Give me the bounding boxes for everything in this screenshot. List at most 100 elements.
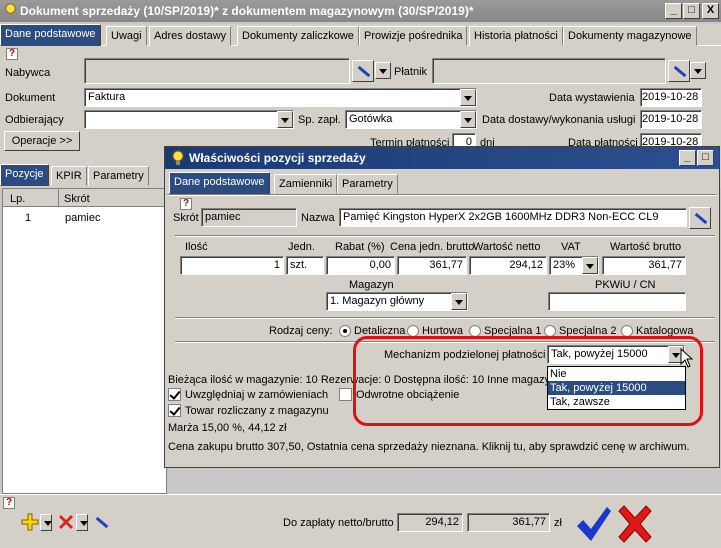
tab-historia-platnosci[interactable]: Historia płatności <box>469 26 563 46</box>
maximize-button[interactable]: □ <box>683 3 700 19</box>
wartosc-netto-field[interactable]: 294,12 <box>469 256 547 275</box>
cena-label: Cena jedn. brutto <box>390 241 475 253</box>
dialog-tab-parametry[interactable]: Parametry <box>337 174 398 194</box>
radio-detaliczna[interactable] <box>339 325 351 337</box>
nabywca-dropdown-button[interactable] <box>375 62 391 79</box>
marza-text: Marża 15,00 %, 44,12 zł <box>168 422 287 434</box>
column-header-skrot[interactable]: Skrót <box>64 193 90 205</box>
column-header-lp[interactable]: Lp. <box>10 193 25 205</box>
column-divider <box>58 189 59 207</box>
help-icon[interactable]: ? <box>180 198 192 210</box>
tab-pozycje[interactable]: Pozycje <box>0 164 49 186</box>
currency-label: zł <box>554 517 562 529</box>
vat-label: VAT <box>561 241 581 253</box>
ilosc-field[interactable]: 1 <box>180 256 284 275</box>
wartosc-netto-label: Wartość netto <box>473 241 541 253</box>
magazyn-select[interactable]: 1. Magazyn główny <box>326 292 468 311</box>
tab-dane-podstawowe[interactable]: Dane podstawowe <box>0 24 101 46</box>
do-zaplaty-label: Do zapłaty netto/brutto <box>283 517 394 529</box>
platnik-dropdown-button[interactable] <box>690 62 706 79</box>
row-skrot: pamiec <box>65 212 101 224</box>
towar-label: Towar rozliczany z magazynu <box>185 405 329 417</box>
wartosc-brutto-field[interactable]: 361,77 <box>602 256 686 275</box>
tab-prowizje-posrednika[interactable]: Prowizje pośrednika <box>359 26 468 46</box>
nabywca-label: Nabywca <box>5 67 51 79</box>
cena-zakupu-link[interactable]: Cena zakupu brutto 307,50, Ostatnia cena… <box>168 441 690 453</box>
delete-x-icon[interactable] <box>56 512 76 532</box>
highlight-annotation <box>353 336 703 426</box>
chevron-down-icon[interactable] <box>451 293 467 310</box>
add-plus-icon[interactable] <box>20 512 40 532</box>
main-tab-strip: Dane podstawowe Uwagi Adres dostawy Doku… <box>0 24 721 46</box>
delete-dropdown-button[interactable] <box>76 514 88 531</box>
tab-uwagi[interactable]: Uwagi <box>106 26 147 46</box>
brutto-total: 361,77 <box>467 513 550 532</box>
tab-kpir[interactable]: KPIR <box>51 166 87 186</box>
dialog-title-bar: Właściwości pozycji sprzedaży <box>165 147 719 169</box>
skrot-label: Skrót <box>173 212 199 224</box>
cancel-x-icon[interactable] <box>616 504 654 544</box>
minimize-button[interactable]: _ <box>665 3 682 19</box>
uwzgledniaj-label: Uwzględniaj w zamówieniach <box>185 389 329 401</box>
odwrotne-checkbox[interactable] <box>339 388 352 401</box>
data-wystawienia-field[interactable]: 2019-10-28 <box>640 88 702 107</box>
dialog-maximize-button[interactable]: □ <box>697 150 714 166</box>
nabywca-field[interactable] <box>84 58 350 84</box>
dialog-tab-divider <box>167 194 717 196</box>
operacje-button[interactable]: Operacje >> <box>4 131 80 151</box>
divider <box>175 317 715 319</box>
dokument-label: Dokument <box>5 92 56 104</box>
close-button[interactable]: X <box>702 3 719 19</box>
chevron-down-icon[interactable] <box>460 111 476 128</box>
window-title: Dokument sprzedaży (10/SP/2019)* z dokum… <box>20 4 474 18</box>
window-title-bar: Dokument sprzedaży (10/SP/2019)* z dokum… <box>0 0 721 22</box>
platnik-label: Płatnik <box>394 66 428 78</box>
data-dostawy-field[interactable]: 2019-10-28 <box>640 110 702 129</box>
rodzaj-ceny-label: Rodzaj ceny: <box>269 325 333 337</box>
odbierajacy-select[interactable] <box>84 110 294 129</box>
dialog-tab-zamienniki[interactable]: Zamienniki <box>274 174 338 194</box>
nazwa-field[interactable]: Pamięć Kingston HyperX 2x2GB 1600MHz DDR… <box>339 208 687 227</box>
tab-adres-dostawy[interactable]: Adres dostawy <box>149 26 232 46</box>
edit-pencil-icon[interactable] <box>91 512 113 534</box>
odbierajacy-label: Odbierający <box>5 114 64 126</box>
netto-total: 294,12 <box>397 513 463 532</box>
cursor-arrow-icon <box>680 348 694 368</box>
help-icon[interactable]: ? <box>3 497 15 509</box>
tab-dokumenty-magazynowe[interactable]: Dokumenty magazynowe <box>563 26 697 46</box>
confirm-check-icon[interactable] <box>574 504 612 544</box>
uwzgledniaj-checkbox[interactable] <box>168 388 181 401</box>
edit-pencil-icon[interactable] <box>689 207 711 229</box>
data-wystawienia-label: Data wystawienia <box>549 92 635 104</box>
towar-checkbox[interactable] <box>168 404 181 417</box>
dialog-minimize-button[interactable]: _ <box>679 150 696 166</box>
pkwiu-field[interactable] <box>548 292 686 311</box>
add-dropdown-button[interactable] <box>40 514 52 531</box>
wartosc-brutto-label: Wartość brutto <box>610 241 682 253</box>
chevron-down-icon[interactable] <box>582 257 598 274</box>
dialog-tab-dane-podstawowe[interactable]: Dane podstawowe <box>169 172 270 194</box>
lightbulb-icon <box>5 3 16 18</box>
dialog-title: Właściwości pozycji sprzedaży <box>189 151 366 165</box>
table-row[interactable]: 1 pamiec <box>3 209 167 226</box>
platnik-field[interactable] <box>432 58 666 84</box>
ilosc-label: Ilość <box>185 241 208 253</box>
positions-table <box>2 188 167 494</box>
rabat-field[interactable]: 0,00 <box>326 256 395 275</box>
help-icon[interactable]: ? <box>6 48 18 60</box>
tab-dokumenty-zaliczkowe[interactable]: Dokumenty zaliczkowe <box>237 26 359 46</box>
dokument-select[interactable]: Faktura <box>84 88 477 107</box>
jedn-field[interactable]: szt. <box>286 256 324 275</box>
cena-field[interactable]: 361,77 <box>397 256 467 275</box>
chevron-down-icon[interactable] <box>460 89 476 106</box>
row-lp: 1 <box>25 212 32 224</box>
chevron-down-icon[interactable] <box>277 111 293 128</box>
skrot-field[interactable]: pamiec <box>201 208 297 227</box>
sp-zapl-label: Sp. zapł. <box>298 114 341 126</box>
sp-zapl-select[interactable]: Gotówka <box>345 110 477 129</box>
lightbulb-icon <box>172 150 184 165</box>
tab-parametry[interactable]: Parametry <box>88 166 149 186</box>
edit-pencil-icon[interactable] <box>352 60 374 82</box>
jedn-label: Jedn. <box>288 241 315 253</box>
edit-pencil-icon[interactable] <box>668 60 690 82</box>
